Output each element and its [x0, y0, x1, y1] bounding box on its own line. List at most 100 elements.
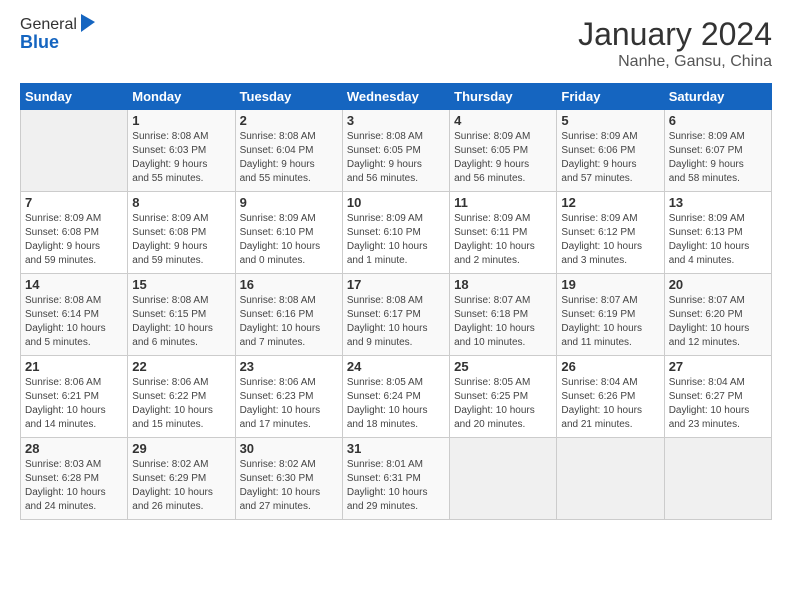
calendar-week-row: 21 Sunrise: 8:06 AM Sunset: 6:21 PM Dayli…	[21, 356, 772, 438]
col-header-monday: Monday	[128, 84, 235, 110]
calendar-cell	[21, 110, 128, 192]
calendar-cell: 25 Sunrise: 8:05 AM Sunset: 6:25 PM Dayli…	[450, 356, 557, 438]
day-number: 21	[25, 359, 123, 374]
calendar-cell: 3Sunrise: 8:08 AM Sunset: 6:05 PM Daylig…	[342, 110, 449, 192]
calendar-cell: 10 Sunrise: 8:09 AM Sunset: 6:10 PM Dayli…	[342, 192, 449, 274]
col-header-saturday: Saturday	[664, 84, 771, 110]
day-number: 23	[240, 359, 338, 374]
calendar-cell: 27Sunrise: 8:04 AM Sunset: 6:27 PM Dayli…	[664, 356, 771, 438]
day-info: Sunrise: 8:08 AM Sunset: 6:04 PM Dayligh…	[240, 130, 338, 186]
calendar-cell: 20Sunrise: 8:07 AM Sunset: 6:20 PM Dayli…	[664, 274, 771, 356]
day-number: 17	[347, 277, 445, 292]
calendar-cell: 22 Sunrise: 8:06 AM Sunset: 6:22 PM Dayli…	[128, 356, 235, 438]
day-info: Sunrise: 8:08 AM Sunset: 6:15 PM Dayligh…	[132, 294, 230, 350]
day-info: Sunrise: 8:09 AM Sunset: 6:05 PM Dayligh…	[454, 130, 552, 186]
day-info: Sunrise: 8:09 AM Sunset: 6:12 PM Dayligh…	[561, 212, 659, 268]
day-number: 4	[454, 113, 552, 128]
calendar-cell: 19 Sunrise: 8:07 AM Sunset: 6:19 PM Dayli…	[557, 274, 664, 356]
day-number: 24	[347, 359, 445, 374]
calendar-header-row: SundayMondayTuesdayWednesdayThursdayFrid…	[21, 84, 772, 110]
day-number: 14	[25, 277, 123, 292]
day-info: Sunrise: 8:08 AM Sunset: 6:05 PM Dayligh…	[347, 130, 445, 186]
day-info: Sunrise: 8:02 AM Sunset: 6:30 PM Dayligh…	[240, 458, 338, 514]
calendar-cell: 24 Sunrise: 8:05 AM Sunset: 6:24 PM Dayli…	[342, 356, 449, 438]
calendar-cell: 18Sunrise: 8:07 AM Sunset: 6:18 PM Dayli…	[450, 274, 557, 356]
day-info: Sunrise: 8:06 AM Sunset: 6:23 PM Dayligh…	[240, 376, 338, 432]
calendar-cell: 9 Sunrise: 8:09 AM Sunset: 6:10 PM Daylig…	[235, 192, 342, 274]
day-number: 9	[240, 195, 338, 210]
col-header-tuesday: Tuesday	[235, 84, 342, 110]
day-number: 11	[454, 195, 552, 210]
calendar-cell: 30Sunrise: 8:02 AM Sunset: 6:30 PM Dayli…	[235, 438, 342, 520]
calendar-cell: 6Sunrise: 8:09 AM Sunset: 6:07 PM Daylig…	[664, 110, 771, 192]
calendar-cell: 16 Sunrise: 8:08 AM Sunset: 6:16 PM Dayli…	[235, 274, 342, 356]
calendar-cell: 17 Sunrise: 8:08 AM Sunset: 6:17 PM Dayli…	[342, 274, 449, 356]
title-block: January 2024 Nanhe, Gansu, China	[578, 16, 772, 71]
month-title: January 2024	[578, 16, 772, 53]
day-number: 16	[240, 277, 338, 292]
day-info: Sunrise: 8:08 AM Sunset: 6:16 PM Dayligh…	[240, 294, 338, 350]
location-subtitle: Nanhe, Gansu, China	[578, 53, 772, 71]
calendar-cell	[557, 438, 664, 520]
calendar-week-row: 14 Sunrise: 8:08 AM Sunset: 6:14 PM Dayli…	[21, 274, 772, 356]
calendar-cell	[664, 438, 771, 520]
day-info: Sunrise: 8:08 AM Sunset: 6:14 PM Dayligh…	[25, 294, 123, 350]
day-info: Sunrise: 8:09 AM Sunset: 6:08 PM Dayligh…	[132, 212, 230, 268]
calendar-cell: 7 Sunrise: 8:09 AM Sunset: 6:08 PM Daylig…	[21, 192, 128, 274]
day-number: 10	[347, 195, 445, 210]
calendar-cell: 13 Sunrise: 8:09 AM Sunset: 6:13 PM Dayli…	[664, 192, 771, 274]
day-info: Sunrise: 8:06 AM Sunset: 6:22 PM Dayligh…	[132, 376, 230, 432]
logo-icon	[79, 12, 97, 34]
day-info: Sunrise: 8:08 AM Sunset: 6:17 PM Dayligh…	[347, 294, 445, 350]
day-info: Sunrise: 8:05 AM Sunset: 6:24 PM Dayligh…	[347, 376, 445, 432]
day-number: 7	[25, 195, 123, 210]
day-number: 25	[454, 359, 552, 374]
day-number: 13	[669, 195, 767, 210]
calendar-cell: 21 Sunrise: 8:06 AM Sunset: 6:21 PM Dayli…	[21, 356, 128, 438]
calendar-week-row: 7 Sunrise: 8:09 AM Sunset: 6:08 PM Daylig…	[21, 192, 772, 274]
calendar-cell: 12 Sunrise: 8:09 AM Sunset: 6:12 PM Dayli…	[557, 192, 664, 274]
calendar-cell: 28 Sunrise: 8:03 AM Sunset: 6:28 PM Dayli…	[21, 438, 128, 520]
calendar-cell: 1 Sunrise: 8:08 AM Sunset: 6:03 PM Daylig…	[128, 110, 235, 192]
day-number: 5	[561, 113, 659, 128]
day-info: Sunrise: 8:04 AM Sunset: 6:26 PM Dayligh…	[561, 376, 659, 432]
logo: General Blue	[20, 16, 97, 53]
calendar-cell: 8Sunrise: 8:09 AM Sunset: 6:08 PM Daylig…	[128, 192, 235, 274]
day-info: Sunrise: 8:09 AM Sunset: 6:10 PM Dayligh…	[240, 212, 338, 268]
day-info: Sunrise: 8:09 AM Sunset: 6:07 PM Dayligh…	[669, 130, 767, 186]
calendar-cell: 11 Sunrise: 8:09 AM Sunset: 6:11 PM Dayli…	[450, 192, 557, 274]
calendar-cell: 29Sunrise: 8:02 AM Sunset: 6:29 PM Dayli…	[128, 438, 235, 520]
calendar-cell: 4 Sunrise: 8:09 AM Sunset: 6:05 PM Daylig…	[450, 110, 557, 192]
col-header-wednesday: Wednesday	[342, 84, 449, 110]
day-number: 15	[132, 277, 230, 292]
day-info: Sunrise: 8:09 AM Sunset: 6:08 PM Dayligh…	[25, 212, 123, 268]
calendar-week-row: 1 Sunrise: 8:08 AM Sunset: 6:03 PM Daylig…	[21, 110, 772, 192]
day-number: 22	[132, 359, 230, 374]
calendar-cell	[450, 438, 557, 520]
day-number: 19	[561, 277, 659, 292]
day-info: Sunrise: 8:06 AM Sunset: 6:21 PM Dayligh…	[25, 376, 123, 432]
calendar-cell: 31Sunrise: 8:01 AM Sunset: 6:31 PM Dayli…	[342, 438, 449, 520]
calendar-cell: 23 Sunrise: 8:06 AM Sunset: 6:23 PM Dayli…	[235, 356, 342, 438]
day-info: Sunrise: 8:09 AM Sunset: 6:10 PM Dayligh…	[347, 212, 445, 268]
day-info: Sunrise: 8:09 AM Sunset: 6:11 PM Dayligh…	[454, 212, 552, 268]
header: General Blue January 2024 Nanhe, Gansu, …	[20, 16, 772, 71]
calendar-container: General Blue January 2024 Nanhe, Gansu, …	[0, 0, 792, 530]
logo-blue-text: Blue	[20, 32, 97, 53]
calendar-cell: 2Sunrise: 8:08 AM Sunset: 6:04 PM Daylig…	[235, 110, 342, 192]
calendar-cell: 14 Sunrise: 8:08 AM Sunset: 6:14 PM Dayli…	[21, 274, 128, 356]
day-info: Sunrise: 8:05 AM Sunset: 6:25 PM Dayligh…	[454, 376, 552, 432]
calendar-cell: 26Sunrise: 8:04 AM Sunset: 6:26 PM Dayli…	[557, 356, 664, 438]
calendar-cell: 15 Sunrise: 8:08 AM Sunset: 6:15 PM Dayli…	[128, 274, 235, 356]
day-info: Sunrise: 8:07 AM Sunset: 6:19 PM Dayligh…	[561, 294, 659, 350]
day-info: Sunrise: 8:03 AM Sunset: 6:28 PM Dayligh…	[25, 458, 123, 514]
calendar-table: SundayMondayTuesdayWednesdayThursdayFrid…	[20, 83, 772, 520]
day-info: Sunrise: 8:02 AM Sunset: 6:29 PM Dayligh…	[132, 458, 230, 514]
day-info: Sunrise: 8:08 AM Sunset: 6:03 PM Dayligh…	[132, 130, 230, 186]
day-number: 18	[454, 277, 552, 292]
day-number: 1	[132, 113, 230, 128]
calendar-week-row: 28 Sunrise: 8:03 AM Sunset: 6:28 PM Dayli…	[21, 438, 772, 520]
day-number: 28	[25, 441, 123, 456]
day-info: Sunrise: 8:09 AM Sunset: 6:13 PM Dayligh…	[669, 212, 767, 268]
day-number: 12	[561, 195, 659, 210]
